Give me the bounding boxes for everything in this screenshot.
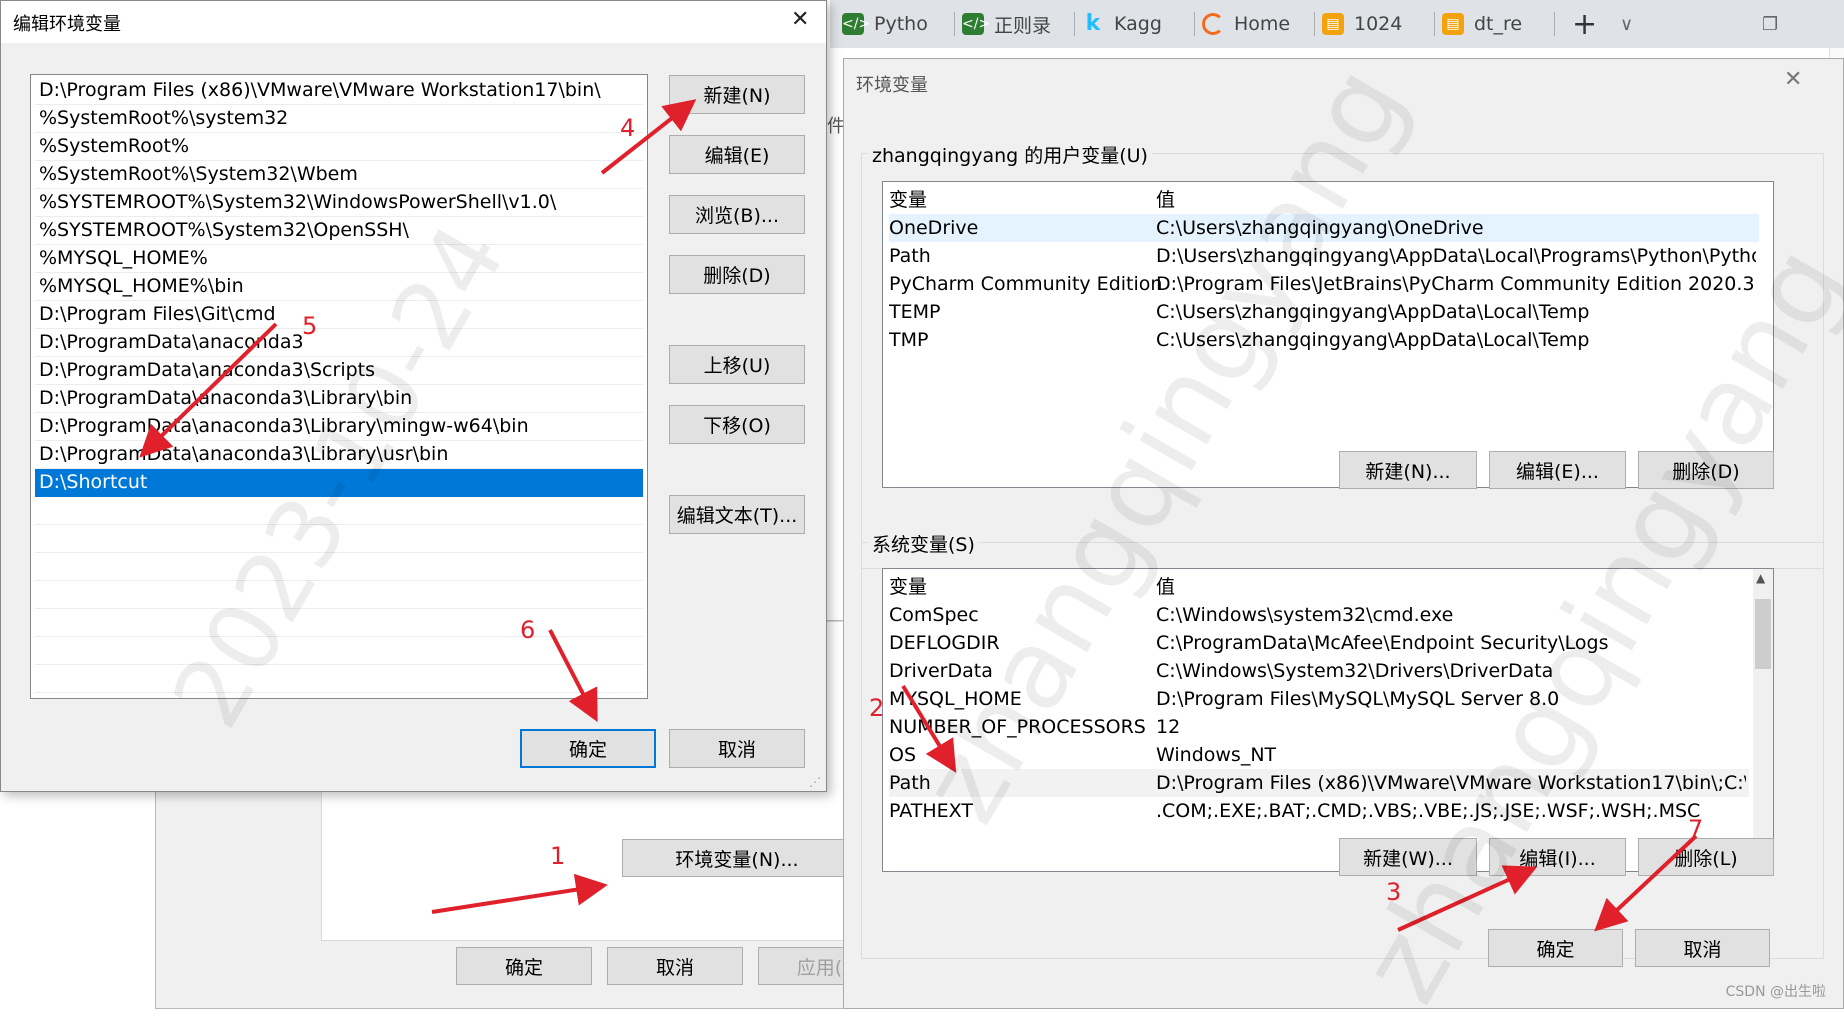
arrow-step-6: [548, 629, 598, 723]
arrow-step-3: [1397, 865, 1538, 932]
step-label-7: 7: [1688, 815, 1704, 843]
step-label-5: 5: [302, 312, 318, 340]
step-label-4: 4: [620, 114, 636, 142]
step-label-1: 1: [550, 842, 566, 870]
arrow-step-1: [431, 873, 608, 914]
step-label-2: 2: [869, 694, 885, 722]
step-label-3: 3: [1386, 878, 1402, 906]
source-credit: CSDN @出生啦: [1725, 984, 1826, 1000]
arrow-step-7: [1594, 834, 1698, 932]
arrow-step-4: [600, 99, 697, 175]
annotation-layer: [139, 99, 1698, 932]
arrow-step-5: [139, 322, 278, 458]
arrow-step-2: [901, 684, 957, 773]
step-label-6: 6: [520, 616, 536, 644]
